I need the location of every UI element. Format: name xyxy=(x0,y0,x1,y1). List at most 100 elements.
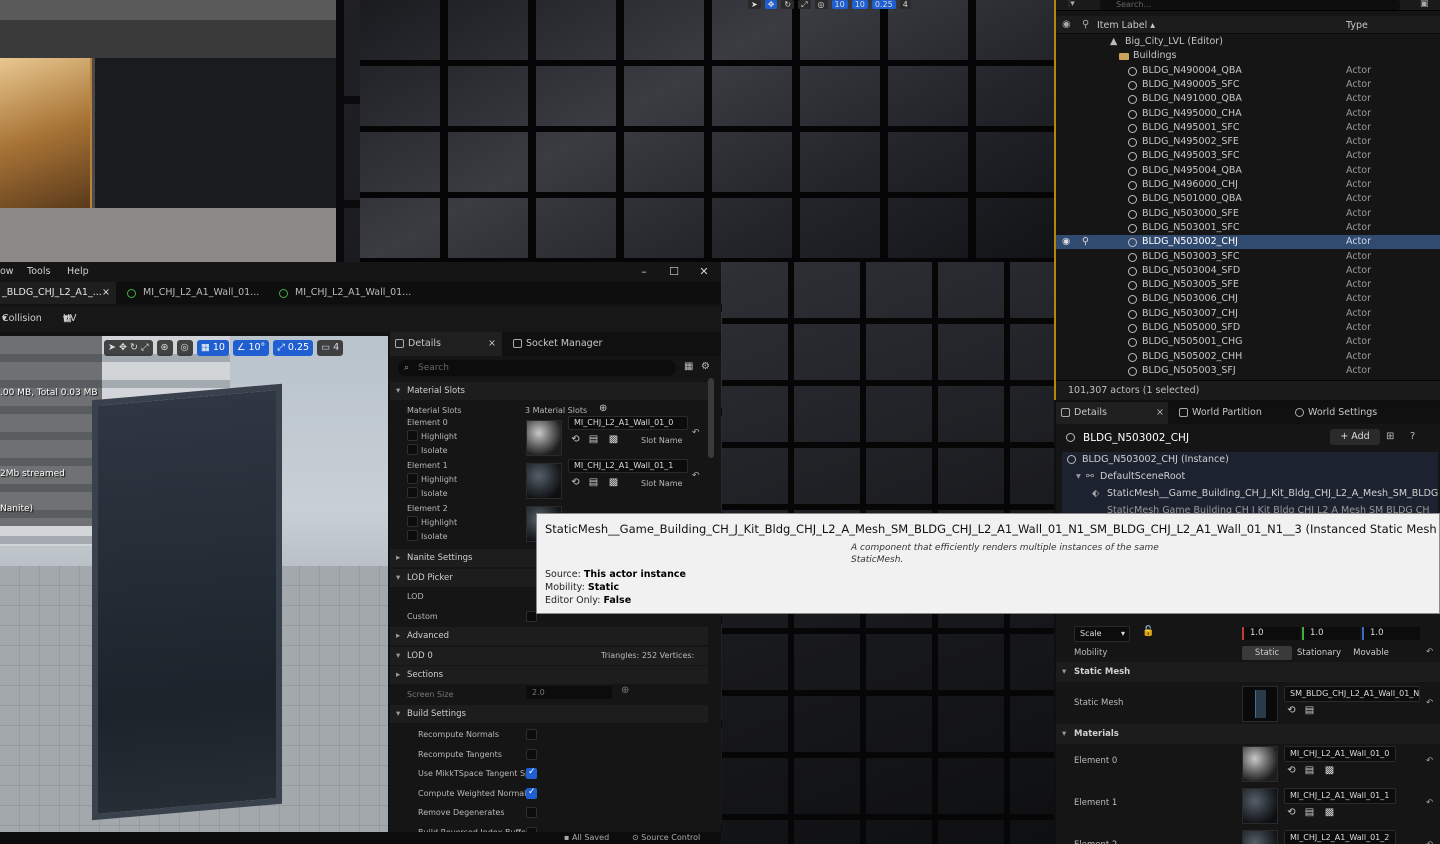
section-sections[interactable]: Sections xyxy=(390,666,708,684)
tab-socket-manager[interactable]: Socket Manager xyxy=(508,332,628,356)
grid-snap-button[interactable]: ▦ 10 xyxy=(196,340,229,356)
material-thumbnail[interactable] xyxy=(526,420,562,456)
texture-picker-icon[interactable]: ▩ xyxy=(608,477,619,488)
tree-row-actor[interactable]: BLDG_N491000_QBA Actor xyxy=(1056,92,1440,106)
tree-row-level[interactable]: ▲ Big_City_LVL (Editor) xyxy=(1056,35,1440,49)
mesh-preview-viewport[interactable]: .00 MB, Total 0.03 MB 2Mb streamed Nanit… xyxy=(0,336,388,832)
camera-speed-button[interactable]: ▭ 4 xyxy=(317,340,344,356)
close-icon[interactable]: × xyxy=(1156,402,1164,424)
select-tool-icon[interactable]: ➤ xyxy=(748,0,761,9)
tab-material-instance-1[interactable]: MI_CHJ_L2_A1_Wall_01... xyxy=(124,282,264,304)
details-search-input[interactable]: ⌕ Search xyxy=(398,360,676,376)
static-mesh-thumbnail[interactable] xyxy=(1242,686,1278,722)
reset-icon[interactable]: ↶ xyxy=(1426,756,1433,766)
collision-menu[interactable]: Collision ▾ xyxy=(2,306,42,332)
tree-row-actor[interactable]: BLDG_N495001_SFC Actor xyxy=(1056,121,1440,135)
rotation-snap-button[interactable]: ∠ 10° xyxy=(232,340,270,356)
pin-icon[interactable]: ⚲ xyxy=(1082,235,1089,249)
rotate-tool-icon[interactable]: ↻ xyxy=(781,0,795,9)
browse-icon[interactable]: ⟲ xyxy=(1286,765,1297,776)
transform-tools-icon[interactable]: ➤ ✥ ↻ ⤢ xyxy=(104,340,153,356)
isolate-checkbox[interactable] xyxy=(407,530,418,541)
material-thumbnail[interactable] xyxy=(1242,746,1278,782)
column-item-label[interactable]: Item Label ▴ xyxy=(1097,20,1155,31)
scale-x-field[interactable]: 1.0 xyxy=(1242,627,1300,640)
build-setting-checkbox[interactable] xyxy=(526,807,537,818)
mobility-static[interactable]: Static xyxy=(1242,646,1292,660)
section-build-settings[interactable]: Build Settings xyxy=(390,705,708,723)
texture-picker-icon[interactable]: ▩ xyxy=(1324,765,1335,776)
tree-row-actor[interactable]: BLDG_N503007_CHJ Actor xyxy=(1056,307,1440,321)
browse-icon[interactable]: ⟲ xyxy=(570,434,581,445)
pin-icon[interactable]: ⚲ xyxy=(1082,19,1089,30)
material-dropdown[interactable]: MI_CHJ_L2_A1_Wall_01_1 xyxy=(568,459,688,473)
material-thumbnail[interactable] xyxy=(1242,830,1278,844)
tree-row-actor[interactable]: BLDG_N503001_SFC Actor xyxy=(1056,221,1440,235)
tree-row-actor[interactable]: BLDG_N503000_SFE Actor xyxy=(1056,207,1440,221)
browse-icon[interactable]: ⟲ xyxy=(570,477,581,488)
angle-snap-button[interactable]: 10 xyxy=(851,0,868,9)
material-dropdown[interactable]: MI_CHJ_L2_A1_Wall_01_0 xyxy=(1284,746,1396,762)
tab-static-mesh[interactable]: _BLDG_CHJ_L2_A1_... × xyxy=(0,282,116,304)
tab-material-instance-2[interactable]: MI_CHJ_L2_A1_Wall_01... xyxy=(276,282,416,304)
source-control-status[interactable]: ⊙ Source Control xyxy=(632,833,700,842)
tree-row-actor[interactable]: BLDG_N495004_QBA Actor xyxy=(1056,164,1440,178)
build-setting-checkbox[interactable] xyxy=(526,729,537,740)
blueprint-icon[interactable]: ⊞ xyxy=(1386,431,1394,442)
scale-snap-button[interactable]: 0.25 xyxy=(871,0,896,9)
tree-row-actor[interactable]: BLDG_N503004_SFD Actor xyxy=(1056,264,1440,278)
highlight-checkbox[interactable] xyxy=(407,473,418,484)
visibility-eye-icon[interactable]: ◉ xyxy=(1062,235,1070,249)
find-in-browser-icon[interactable]: ▤ xyxy=(588,477,599,488)
maximize-icon[interactable]: ☐ xyxy=(667,265,681,279)
component-root-row[interactable]: ▾ ⚯ DefaultSceneRoot xyxy=(1062,469,1438,485)
lock-icon[interactable]: 🔓 xyxy=(1142,626,1154,637)
settings-icon[interactable]: ▣ xyxy=(1420,0,1429,9)
tree-row-actor[interactable]: BLDG_N503006_CHJ Actor xyxy=(1056,292,1440,306)
tab-details[interactable]: Details × xyxy=(390,332,502,356)
section-material-slots[interactable]: Material Slots xyxy=(390,382,708,400)
tree-row-actor[interactable]: ◉ ⚲ BLDG_N503002_CHJ Actor xyxy=(1056,235,1440,250)
texture-picker-icon[interactable]: ▩ xyxy=(1324,807,1335,818)
isolate-checkbox[interactable] xyxy=(407,487,418,498)
close-icon[interactable]: × xyxy=(488,332,496,356)
mobility-stationary[interactable]: Stationary xyxy=(1292,646,1346,660)
reset-icon[interactable]: ↶ xyxy=(692,471,700,481)
section-lod0[interactable]: LOD 0 Triangles: 252 Vertices: 480 xyxy=(390,647,708,678)
uv-menu[interactable]: ▦ UV ▾ xyxy=(63,306,76,332)
reset-icon[interactable]: ↶ xyxy=(1426,798,1433,808)
camera-speed-button[interactable]: 4 xyxy=(899,0,911,9)
tree-row-actor[interactable]: BLDG_N503003_SFC Actor xyxy=(1056,250,1440,264)
material-thumbnail[interactable] xyxy=(1242,788,1278,824)
scale-tool-icon[interactable]: ⤢ xyxy=(798,0,811,9)
world-icon[interactable]: ◎ xyxy=(814,0,828,9)
static-mesh-dropdown[interactable]: SM_BLDG_CHJ_L2_A1_Wall_01_N xyxy=(1284,686,1420,702)
tree-row-actor[interactable]: BLDG_N501000_QBA Actor xyxy=(1056,192,1440,206)
tree-row-actor[interactable]: BLDG_N503005_SFE Actor xyxy=(1056,278,1440,292)
tree-row-actor[interactable]: BLDG_N496000_CHJ Actor xyxy=(1056,178,1440,192)
visibility-eye-icon[interactable]: ◉ xyxy=(1062,19,1071,30)
close-icon[interactable]: × xyxy=(102,282,110,304)
scale-y-field[interactable]: 1.0 xyxy=(1302,627,1360,640)
reset-icon[interactable]: ↶ xyxy=(692,428,700,438)
tab-world-partition[interactable]: World Partition xyxy=(1174,402,1290,424)
tree-row-folder[interactable]: Buildings xyxy=(1056,49,1440,63)
gear-icon[interactable]: ⚙ xyxy=(701,361,710,372)
tree-row-actor[interactable]: BLDG_N490004_QBA Actor xyxy=(1056,64,1440,78)
tab-world-settings[interactable]: World Settings xyxy=(1290,402,1410,424)
details-scrollbar[interactable] xyxy=(708,378,714,458)
add-icon[interactable]: ⊕ xyxy=(621,685,629,696)
scale-dropdown[interactable]: Scale ▾ xyxy=(1074,626,1130,642)
filter-icon[interactable]: ⫶▾ xyxy=(1068,0,1075,9)
highlight-checkbox[interactable] xyxy=(407,516,418,527)
reset-icon[interactable]: ↶ xyxy=(1426,698,1433,708)
tree-row-actor[interactable]: BLDG_N490005_SFC Actor xyxy=(1056,78,1440,92)
build-setting-checkbox[interactable] xyxy=(526,787,537,799)
reset-icon[interactable]: ↶ xyxy=(1426,647,1433,657)
mobility-movable[interactable]: Movable xyxy=(1346,646,1396,660)
table-view-icon[interactable]: ▦ xyxy=(684,361,693,372)
add-component-button[interactable]: + Add xyxy=(1330,429,1380,445)
material-thumbnail[interactable] xyxy=(526,463,562,499)
material-dropdown[interactable]: MI_CHJ_L2_A1_Wall_01_2 xyxy=(1284,830,1396,844)
section-materials[interactable]: Materials xyxy=(1056,724,1440,744)
